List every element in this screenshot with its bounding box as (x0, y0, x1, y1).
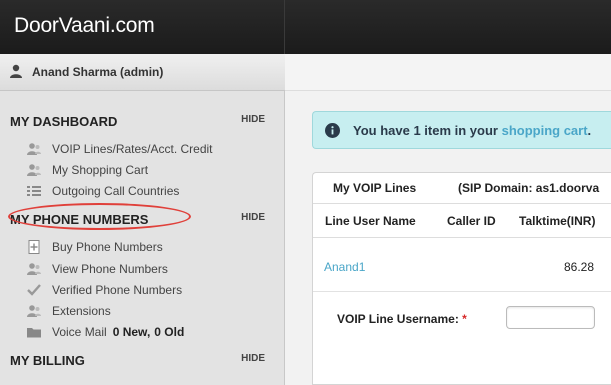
top-bar: DoorVaani.com (0, 0, 611, 54)
sidebar-item-label: Outgoing Call Countries (52, 184, 180, 198)
sidebar-item-voice-mail[interactable]: Voice Mail 0 New, 0 Old (26, 323, 276, 341)
sidebar-item-label: View Phone Numbers (52, 262, 168, 276)
section-title-my-dashboard: MY DASHBOARD (10, 114, 118, 129)
panel-title: My VOIP Lines (333, 181, 417, 195)
checkmark-icon (26, 283, 42, 297)
header-divider (313, 237, 611, 238)
voip-line-username-label-text: VOIP Line Username: (337, 312, 459, 326)
sidebar-item-voip-lines[interactable]: VOIP Lines/Rates/Acct. Credit (26, 140, 276, 158)
sidebar-item-label: Buy Phone Numbers (52, 240, 163, 254)
list-icon (26, 184, 42, 198)
column-header-caller-id: Caller ID (447, 214, 496, 228)
talktime-cell: 86.28 (564, 260, 595, 274)
sidebar-item-label: VOIP Lines/Rates/Acct. Credit (52, 142, 213, 156)
sidebar-item-label: My Shopping Cart (52, 163, 149, 177)
shopping-cart-link[interactable]: shopping cart (502, 123, 588, 138)
user-bar: Anand Sharma (admin) (0, 54, 285, 91)
user-group-icon (26, 262, 42, 276)
info-icon (325, 123, 340, 138)
add-document-icon (26, 240, 42, 254)
topbar-divider (284, 0, 285, 54)
sidebar-item-verified-phone-numbers[interactable]: Verified Phone Numbers (26, 281, 276, 299)
column-header-line-user-name: Line User Name (325, 214, 416, 228)
voicemail-old-count: 0 Old (154, 325, 185, 339)
hide-my-phone-numbers-link[interactable]: HIDE (241, 212, 265, 223)
highlight-annotation-ring (8, 203, 191, 230)
alert-message: You have 1 item in your shopping cart. (353, 123, 591, 138)
voip-line-username-label: VOIP Line Username: * (337, 312, 467, 326)
sidebar-item-extensions[interactable]: Extensions (26, 302, 276, 320)
sidebar-item-label: Extensions (52, 304, 111, 318)
voip-lines-panel: My VOIP Lines (SIP Domain: as1.doorva Li… (312, 172, 611, 385)
user-group-icon (26, 163, 42, 177)
sidebar-item-view-phone-numbers[interactable]: View Phone Numbers (26, 260, 276, 278)
panel-header: My VOIP Lines (SIP Domain: as1.doorva (313, 173, 611, 204)
row-divider (313, 291, 611, 292)
sip-domain-label: (SIP Domain: as1.doorva (458, 181, 600, 195)
hide-my-billing-link[interactable]: HIDE (241, 353, 265, 364)
brand-logo[interactable]: DoorVaani.com (14, 14, 155, 38)
user-group-icon (26, 304, 42, 318)
shopping-cart-alert: You have 1 item in your shopping cart. (312, 111, 611, 149)
sidebar-item-label: Voice Mail (52, 325, 107, 339)
alert-text: You have 1 item in your (353, 123, 498, 138)
user-group-icon (26, 142, 42, 156)
sidebar-item-outgoing-call-countries[interactable]: Outgoing Call Countries (26, 182, 276, 200)
voip-line-username-input[interactable] (506, 306, 595, 329)
sidebar-item-label: Verified Phone Numbers (52, 283, 183, 297)
required-marker: * (462, 312, 467, 326)
line-user-name-link[interactable]: Anand1 (324, 260, 365, 274)
voicemail-new-count: 0 New, (112, 325, 151, 339)
section-title-my-billing: MY BILLING (10, 353, 85, 368)
folder-icon (26, 325, 42, 339)
main-header-strip (285, 54, 611, 91)
sidebar-item-my-shopping-cart[interactable]: My Shopping Cart (26, 161, 276, 179)
sidebar-item-buy-phone-numbers[interactable]: Buy Phone Numbers (26, 238, 276, 256)
hide-my-dashboard-link[interactable]: HIDE (241, 114, 265, 125)
alert-suffix: . (587, 123, 592, 138)
user-name[interactable]: Anand Sharma (admin) (32, 65, 163, 79)
user-icon (9, 64, 23, 78)
column-header-talktime: Talktime(INR) (519, 214, 596, 228)
